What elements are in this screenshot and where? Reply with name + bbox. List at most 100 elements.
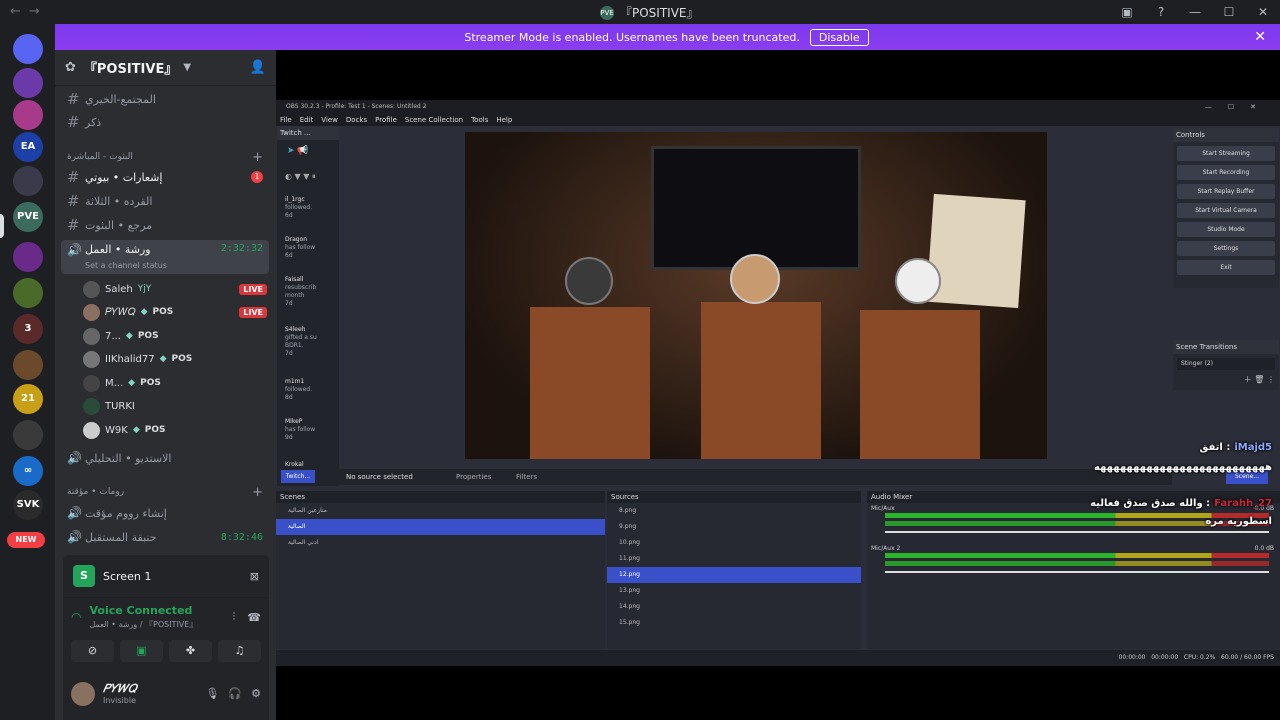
filter-icon[interactable]: ◐ ▼ ▼ ⏸: [285, 172, 316, 182]
channel-item[interactable]: # القرده • الثلاثة: [61, 190, 269, 212]
source-item[interactable]: 15.png: [607, 615, 861, 631]
source-item[interactable]: 10.png: [607, 535, 861, 551]
menu-item[interactable]: Edit: [300, 114, 314, 126]
noise-icon[interactable]: ⫶: [233, 610, 236, 624]
source-item[interactable]: 11.png: [607, 551, 861, 567]
voice-user[interactable]: M... ◆ POS: [83, 372, 267, 394]
category-header[interactable]: رومات • مؤقتة +: [61, 481, 269, 503]
menu-item[interactable]: Help: [496, 114, 512, 126]
stop-stream-icon[interactable]: ⊠: [250, 570, 259, 583]
source-item[interactable]: 8.png: [607, 503, 861, 519]
control-button[interactable]: Exit: [1177, 260, 1275, 275]
voice-channel[interactable]: 🔊 إنشاء رووم مؤقت: [61, 502, 269, 524]
send-icon[interactable]: ➤ 📢: [287, 146, 309, 156]
voice-user[interactable]: W9K ◆ POS: [83, 419, 267, 441]
source-item[interactable]: 13.png: [607, 583, 861, 599]
channel-item[interactable]: # ذكر: [61, 111, 269, 133]
microphone-icon[interactable]: 🎙: [205, 687, 219, 700]
server-icon[interactable]: [13, 278, 43, 308]
server-icon[interactable]: [13, 350, 43, 380]
control-button[interactable]: Start Streaming: [1177, 146, 1275, 161]
transition-select[interactable]: Stinger (2): [1177, 358, 1275, 370]
server-icon[interactable]: ∞: [13, 456, 43, 486]
server-icon[interactable]: 3: [13, 314, 43, 344]
soundboard-button[interactable]: ♫: [218, 640, 261, 662]
feed-user: Krokal: [285, 461, 304, 468]
channel-item[interactable]: # إشعارات • بيوتي 1: [61, 166, 269, 188]
voice-channel[interactable]: 🔊 الاستديو • التحليلي: [61, 447, 269, 469]
server-icon[interactable]: [13, 420, 43, 450]
close-button[interactable]: ✕: [1246, 0, 1280, 24]
scene-item[interactable]: الصالية: [276, 519, 605, 535]
plus-icon[interactable]: +: [252, 150, 263, 165]
voice-user[interactable]: IIKhalid77 ◆ POS: [83, 348, 267, 370]
control-button[interactable]: Settings: [1177, 241, 1275, 256]
signal-icon[interactable]: ◠: [71, 610, 81, 624]
maximize-button[interactable]: ☐: [1212, 0, 1246, 24]
menu-item[interactable]: File: [280, 114, 292, 126]
plus-icon[interactable]: +: [252, 485, 263, 500]
avatar: [83, 303, 100, 321]
minimize-button[interactable]: —: [1178, 0, 1212, 24]
gear-icon[interactable]: ⚙: [251, 687, 261, 700]
server-header[interactable]: ✿ 『POSITIVE』 ▼ 👤: [55, 50, 276, 86]
voice-user[interactable]: TURKI: [83, 395, 267, 417]
server-icon[interactable]: 21: [13, 384, 43, 414]
scene-item[interactable]: ادني الصالية: [276, 535, 605, 551]
voice-channel[interactable]: 🔊 حنبقة المستقبل 8:32:46: [61, 526, 269, 548]
source-item[interactable]: 14.png: [607, 599, 861, 615]
disconnect-icon[interactable]: ☎: [247, 611, 261, 624]
server-icon[interactable]: SVK: [13, 490, 43, 520]
nav-arrows[interactable]: ←→: [10, 4, 48, 19]
scene-item[interactable]: منارعين الصالية: [276, 503, 605, 519]
add-user-icon[interactable]: 👤: [250, 60, 266, 75]
category-header[interactable]: البثوت - المباشرة +: [61, 146, 269, 168]
dock-tab[interactable]: Twitch...: [281, 470, 315, 483]
properties-button[interactable]: Properties: [456, 469, 491, 485]
server-icon[interactable]: [13, 34, 43, 64]
server-icon[interactable]: PVE: [13, 202, 43, 232]
feed-item: m1m1 followed. 8d: [285, 378, 329, 402]
headphones-icon[interactable]: 🎧: [228, 687, 242, 700]
menu-item[interactable]: Docks: [346, 114, 367, 126]
camera-button[interactable]: ⊘: [71, 640, 114, 662]
control-button[interactable]: Start Recording: [1177, 165, 1275, 180]
source-item[interactable]: 9.png: [607, 519, 861, 535]
transition-add-icon[interactable]: ＋ 🗑 ⋮: [1173, 374, 1279, 385]
channel-item[interactable]: # مرجع • البثوت: [61, 214, 269, 236]
volume-slider[interactable]: [885, 571, 1269, 573]
menu-item[interactable]: Scene Collection: [405, 114, 463, 126]
control-button[interactable]: Studio Mode: [1177, 222, 1275, 237]
menu-item[interactable]: Profile: [375, 114, 397, 126]
source-item[interactable]: 12.png: [607, 567, 861, 583]
avatar[interactable]: [71, 681, 95, 706]
menu-item[interactable]: View: [321, 114, 338, 126]
server-icon[interactable]: [13, 100, 43, 130]
control-button[interactable]: Start Virtual Camera: [1177, 203, 1275, 218]
server-icon[interactable]: [13, 68, 43, 98]
avatar: [83, 397, 100, 415]
obs-window-controls[interactable]: —☐✕: [1205, 100, 1272, 114]
close-icon[interactable]: ✕: [1254, 29, 1266, 45]
channel-status[interactable]: Set a channel status: [85, 261, 167, 270]
voice-user[interactable]: 𝑃𝑌𝑊𝑄 ◆ POS LIVE: [83, 301, 267, 323]
server-icon[interactable]: EA: [13, 132, 43, 162]
screen-share-panel[interactable]: S Screen 1 ⊠: [63, 555, 269, 597]
channel-item[interactable]: # المجتمع-الخيري: [61, 88, 269, 110]
filters-button[interactable]: Filters: [516, 469, 537, 485]
server-list: EA PVE 3 21 ∞ SVK NEW: [0, 24, 55, 720]
feed-user: m1m1: [285, 378, 305, 385]
inbox-icon[interactable]: ▣: [1110, 0, 1144, 24]
voice-location[interactable]: ورشة • العمل / 『POSITIVE』: [89, 619, 197, 630]
voice-user[interactable]: 7... ◆ POS: [83, 325, 267, 347]
scene-preview[interactable]: [465, 132, 1047, 459]
server-icon[interactable]: [13, 166, 43, 196]
screen-share-button[interactable]: ▣: [120, 640, 163, 662]
help-icon[interactable]: ?: [1144, 0, 1178, 24]
voice-user[interactable]: Saleh YjY LIVE: [83, 278, 267, 300]
disable-button[interactable]: Disable: [809, 28, 869, 46]
activities-button[interactable]: ✤: [169, 640, 212, 662]
control-button[interactable]: Start Replay Buffer: [1177, 184, 1275, 199]
server-icon[interactable]: [13, 242, 43, 272]
menu-item[interactable]: Tools: [471, 114, 488, 126]
